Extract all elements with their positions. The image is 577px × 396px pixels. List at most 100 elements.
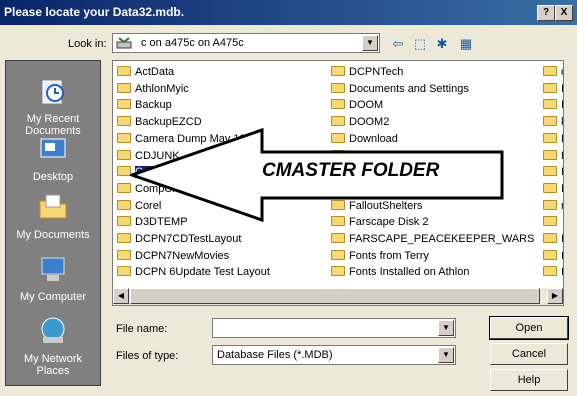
- list-item[interactable]: ActData: [117, 64, 174, 80]
- folder-icon: [543, 132, 557, 143]
- list-item[interactable]: AthlonMyic: [117, 81, 189, 97]
- list-item[interactable]: DCPN7NewMovies: [117, 248, 229, 264]
- item-label: DOOM2: [349, 116, 390, 129]
- folder-icon: [543, 249, 557, 260]
- folder-icon: [117, 249, 131, 260]
- place-my-documents[interactable]: My Documents: [6, 191, 100, 241]
- folder-icon: [331, 116, 345, 127]
- open-button[interactable]: Open: [489, 316, 569, 340]
- back-icon[interactable]: ⇦: [388, 35, 408, 53]
- folder-icon: [117, 166, 131, 177]
- item-label: DCPN7CDTestLayout: [135, 233, 242, 245]
- title-bar: Please locate your Data32.mdb. ? X: [0, 0, 577, 25]
- item-label: k: [561, 116, 563, 128]
- item-label: I: [561, 99, 564, 112]
- place-desktop[interactable]: Desktop: [6, 133, 100, 183]
- list-item[interactable]: [543, 214, 561, 230]
- place-label: My Computer: [19, 291, 87, 303]
- list-item[interactable]: I: [543, 181, 564, 197]
- list-item[interactable]: I: [543, 164, 564, 180]
- item-label: Backup: [135, 99, 172, 112]
- folder-icon: [543, 182, 557, 193]
- folder-icon: [331, 249, 345, 260]
- list-item[interactable]: DOOM: [331, 97, 383, 113]
- up-folder-icon[interactable]: ⬚: [410, 35, 430, 53]
- place-network[interactable]: My Network Places: [6, 315, 100, 377]
- folder-icon: [117, 182, 131, 193]
- item-label: I: [561, 182, 564, 195]
- list-item[interactable]: Documents and Settings: [331, 81, 469, 97]
- file-name-input[interactable]: ▼: [212, 318, 456, 338]
- folder-icon: [331, 99, 345, 110]
- list-item[interactable]: r: [543, 198, 563, 214]
- chevron-down-icon[interactable]: ▼: [362, 35, 378, 51]
- cancel-button[interactable]: Cancel: [490, 343, 568, 365]
- item-label: AthlonMyic: [135, 82, 189, 95]
- list-item[interactable]: I: [543, 231, 563, 247]
- place-label: Desktop: [32, 171, 74, 183]
- list-item[interactable]: L: [543, 131, 563, 147]
- help-title-button[interactable]: ?: [537, 5, 555, 21]
- folder-icon: [117, 199, 131, 210]
- view-menu-icon[interactable]: ▦: [456, 35, 476, 53]
- scroll-left-icon[interactable]: ◀: [113, 288, 129, 304]
- item-label: ActData: [135, 66, 175, 78]
- list-item[interactable]: FARSCAPE_PEACEKEEPER_WARS: [331, 231, 534, 247]
- horizontal-scrollbar[interactable]: ◀ ▶: [113, 288, 563, 305]
- help-button[interactable]: Help: [490, 369, 568, 391]
- file-type-value: Database Files (*.MDB): [217, 349, 333, 361]
- list-item[interactable]: DCPN7CDTestLayout: [117, 231, 241, 247]
- list-item[interactable]: Fonts Installed on Athlon: [331, 264, 469, 280]
- list-item[interactable]: I: [543, 97, 564, 113]
- item-label: DCPN 6Update Test Layout: [135, 266, 270, 279]
- file-type-select[interactable]: Database Files (*.MDB) ▼: [212, 345, 456, 365]
- list-item[interactable]: DCPN 6Update Test Layout: [117, 264, 270, 280]
- item-label: FARSCAPE_PEACEKEEPER_WARS: [349, 233, 535, 245]
- item-label: I: [561, 166, 564, 179]
- list-item[interactable]: I: [543, 81, 564, 97]
- annotation-label: CMASTER FOLDER: [262, 160, 440, 181]
- scroll-thumb[interactable]: [130, 288, 540, 304]
- my-documents-icon: [39, 194, 67, 219]
- folder-icon: [117, 116, 131, 127]
- folder-icon: [331, 82, 345, 93]
- list-item[interactable]: Fonts from Terry: [331, 248, 429, 264]
- list-item[interactable]: I: [543, 248, 563, 264]
- folder-icon: [117, 66, 131, 76]
- look-in-combo[interactable]: c on a475c on A475c ▼: [112, 33, 380, 53]
- list-item[interactable]: DCPNTech: [331, 64, 403, 80]
- folder-icon: [543, 116, 557, 127]
- chevron-down-icon[interactable]: ▼: [438, 347, 454, 363]
- look-in-label: Look in:: [68, 38, 107, 50]
- folder-icon: [117, 266, 131, 277]
- list-item[interactable]: d: [543, 64, 563, 80]
- folder-icon: [543, 82, 557, 93]
- network-places-icon: [41, 317, 65, 343]
- file-type-label: Files of type:: [116, 350, 179, 362]
- list-item[interactable]: Backup: [117, 97, 172, 113]
- item-label: L: [561, 133, 563, 145]
- folder-icon: [543, 166, 557, 177]
- item-label: I: [561, 266, 564, 279]
- my-computer-icon: [41, 257, 65, 281]
- list-item[interactable]: k: [543, 114, 563, 130]
- item-label: Fonts from Terry: [349, 249, 429, 262]
- item-label: d: [561, 66, 563, 78]
- folder-icon: [331, 233, 345, 243]
- recent-documents-icon: [42, 80, 64, 104]
- chevron-down-icon[interactable]: ▼: [438, 320, 454, 336]
- look-in-value: c on a475c on A475c: [141, 37, 244, 49]
- new-folder-icon[interactable]: ✱: [432, 35, 452, 53]
- scroll-right-icon[interactable]: ▶: [547, 288, 563, 304]
- item-label: I: [561, 82, 564, 95]
- item-label: DOOM: [349, 99, 384, 112]
- list-item[interactable]: I: [543, 264, 564, 280]
- place-my-computer[interactable]: My Computer: [6, 253, 100, 303]
- list-item[interactable]: L: [543, 148, 563, 164]
- place-recent-documents[interactable]: My Recent Documents: [6, 75, 100, 137]
- folder-icon: [543, 216, 557, 227]
- item-label: DCPN7NewMovies: [135, 249, 230, 262]
- item-label: BackupEZCD: [135, 116, 202, 129]
- close-button[interactable]: X: [555, 5, 573, 21]
- place-label: My Documents: [16, 229, 90, 241]
